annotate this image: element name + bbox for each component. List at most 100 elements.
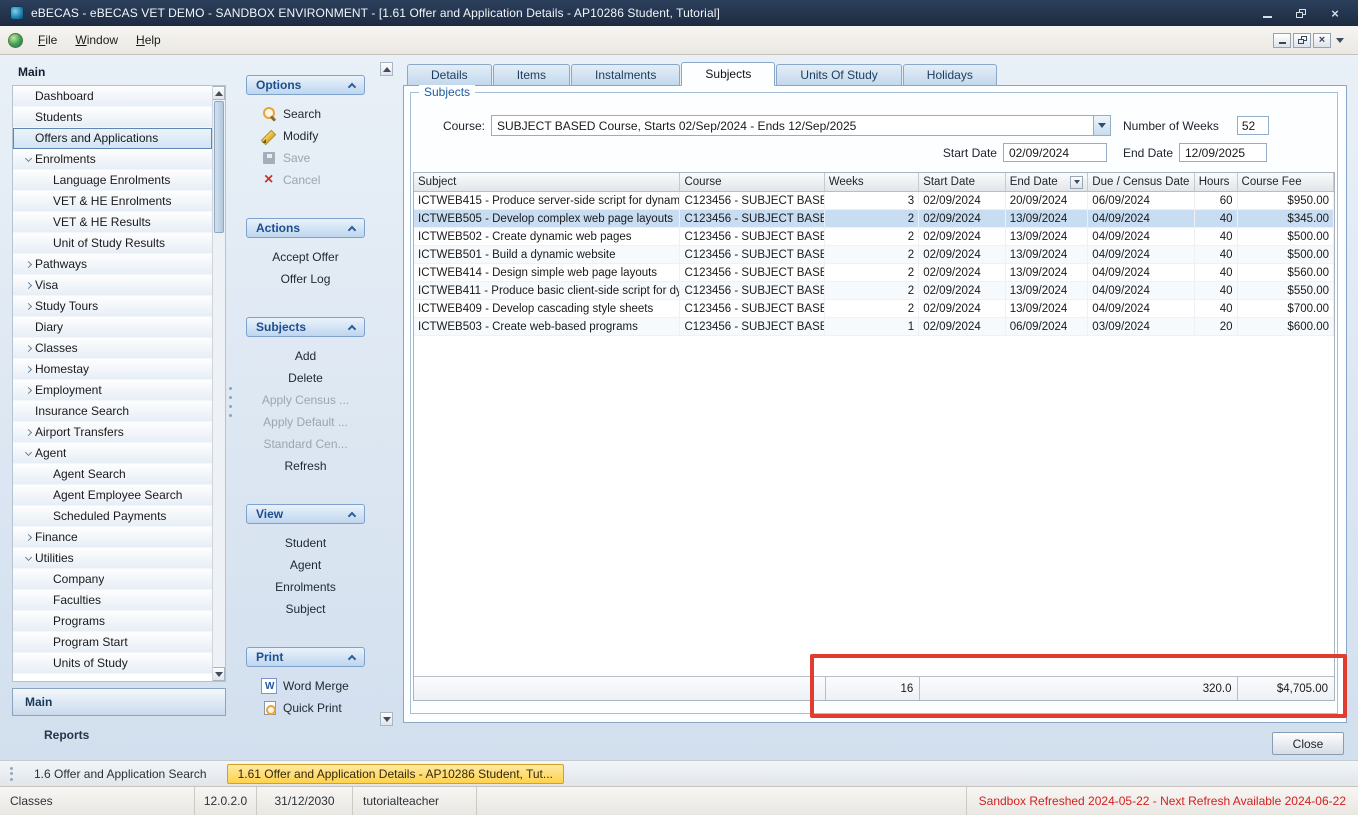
tree-item-agent-search[interactable]: Agent Search <box>13 464 212 485</box>
restore-window-icon[interactable] <box>1292 6 1310 21</box>
grid-row-ictweb505[interactable]: ICTWEB505 - Develop complex web page lay… <box>414 210 1334 228</box>
tab-items[interactable]: Items <box>493 64 570 85</box>
task-item-student[interactable]: Student <box>246 532 365 554</box>
tree-item-utilities[interactable]: Utilities <box>13 548 212 569</box>
column-header-weeks[interactable]: Weeks <box>825 173 920 191</box>
scrollbar-thumb[interactable] <box>214 101 224 233</box>
sidebar-section-reports[interactable]: Reports <box>44 728 89 742</box>
tree-item-vet-he-results[interactable]: VET & HE Results <box>13 212 212 233</box>
column-header-end-date[interactable]: End Date <box>1006 173 1089 191</box>
task-item-word-merge[interactable]: Word Merge <box>246 675 365 697</box>
cell-start-date: 02/09/2024 <box>919 318 1006 335</box>
task-item-add[interactable]: Add <box>246 345 365 367</box>
task-item-delete[interactable]: Delete <box>246 367 365 389</box>
task-group-title: Options <box>256 78 301 92</box>
tree-item-study-tours[interactable]: Study Tours <box>13 296 212 317</box>
close-button[interactable]: Close <box>1272 732 1344 755</box>
tree-item-finance[interactable]: Finance <box>13 527 212 548</box>
task-item-modify[interactable]: Modify <box>246 125 365 147</box>
task-item-refresh[interactable]: Refresh <box>246 455 365 477</box>
tree-item-airport-transfers[interactable]: Airport Transfers <box>13 422 212 443</box>
mdi-dropdown-icon[interactable] <box>1336 38 1344 43</box>
start-date-field[interactable]: 02/09/2024 <box>1003 143 1107 162</box>
tree-item-agent[interactable]: Agent <box>13 443 212 464</box>
grid-row-ictweb502[interactable]: ICTWEB502 - Create dynamic web pagesC123… <box>414 228 1334 246</box>
tree-item-programs[interactable]: Programs <box>13 611 212 632</box>
task-group-header-actions[interactable]: Actions <box>246 218 365 238</box>
tree-item-units-of-study[interactable]: Units of Study <box>13 653 212 674</box>
scroll-up-icon[interactable] <box>213 86 225 100</box>
tree-item-employment[interactable]: Employment <box>13 380 212 401</box>
tree-item-scheduled-payments[interactable]: Scheduled Payments <box>13 506 212 527</box>
task-item-search[interactable]: Search <box>246 103 365 125</box>
column-header-subject[interactable]: Subject <box>414 173 680 191</box>
tree-item-vet-he-enrolments[interactable]: VET & HE Enrolments <box>13 191 212 212</box>
doc-tab-1-61-offer-and-application-details-ap102[interactable]: 1.61 Offer and Application Details - AP1… <box>227 764 564 784</box>
tree-item-unit-of-study-results[interactable]: Unit of Study Results <box>13 233 212 254</box>
number-of-weeks-field[interactable]: 52 <box>1237 116 1269 135</box>
course-dropdown-icon[interactable] <box>1093 116 1110 135</box>
tab-instalments[interactable]: Instalments <box>571 64 680 85</box>
column-header-start-date[interactable]: Start Date <box>919 173 1006 191</box>
tree-item-offers-and-applications[interactable]: Offers and Applications <box>13 128 212 149</box>
tree-item-language-enrolments[interactable]: Language Enrolments <box>13 170 212 191</box>
tree-item-students[interactable]: Students <box>13 107 212 128</box>
splitter-grip[interactable] <box>228 387 233 423</box>
doc-tabbar-grip[interactable] <box>10 767 14 781</box>
column-header-course-fee[interactable]: Course Fee <box>1238 173 1334 191</box>
grid-row-ictweb415[interactable]: ICTWEB415 - Produce server-side script f… <box>414 192 1334 210</box>
grid-row-ictweb411[interactable]: ICTWEB411 - Produce basic client-side sc… <box>414 282 1334 300</box>
course-combo[interactable]: SUBJECT BASED Course, Starts 02/Sep/2024… <box>491 115 1111 136</box>
grid-row-ictweb503[interactable]: ICTWEB503 - Create web-based programsC12… <box>414 318 1334 336</box>
tree-item-pathways[interactable]: Pathways <box>13 254 212 275</box>
tree-item-diary[interactable]: Diary <box>13 317 212 338</box>
task-group-header-options[interactable]: Options <box>246 75 365 95</box>
end-date-field[interactable]: 12/09/2025 <box>1179 143 1267 162</box>
task-group-header-subjects[interactable]: Subjects <box>246 317 365 337</box>
minimize-window-icon[interactable] <box>1258 6 1276 21</box>
tree-item-visa[interactable]: Visa <box>13 275 212 296</box>
tree-item-classes[interactable]: Classes <box>13 338 212 359</box>
task-item-enrolments[interactable]: Enrolments <box>246 576 365 598</box>
scroll-down-icon[interactable] <box>213 667 225 681</box>
task-item-quick-print[interactable]: Quick Print <box>246 697 365 719</box>
chevron-right-icon <box>21 283 35 288</box>
mdi-close-icon[interactable]: × <box>1313 33 1331 48</box>
task-item-agent[interactable]: Agent <box>246 554 365 576</box>
panel-scroll-up-icon[interactable] <box>380 62 393 76</box>
task-item-offer-log[interactable]: Offer Log <box>246 268 365 290</box>
tab-units-of-study[interactable]: Units Of Study <box>776 64 901 85</box>
tree-item-dashboard[interactable]: Dashboard <box>13 86 212 107</box>
tree-item-insurance-search[interactable]: Insurance Search <box>13 401 212 422</box>
tree-item-faculties[interactable]: Faculties <box>13 590 212 611</box>
menu-item-window[interactable]: Window <box>66 28 127 52</box>
tree-scrollbar[interactable] <box>212 86 225 681</box>
tree-item-homestay[interactable]: Homestay <box>13 359 212 380</box>
column-header-due-census-date[interactable]: Due / Census Date <box>1088 173 1194 191</box>
mdi-minimize-icon[interactable] <box>1273 33 1291 48</box>
task-item-accept-offer[interactable]: Accept Offer <box>246 246 365 268</box>
task-group-header-view[interactable]: View <box>246 504 365 524</box>
grid-row-ictweb501[interactable]: ICTWEB501 - Build a dynamic websiteC1234… <box>414 246 1334 264</box>
grid-row-ictweb414[interactable]: ICTWEB414 - Design simple web page layou… <box>414 264 1334 282</box>
column-header-course[interactable]: Course <box>680 173 824 191</box>
column-header-hours[interactable]: Hours <box>1195 173 1238 191</box>
menu-item-file[interactable]: File <box>29 28 66 52</box>
tab-details[interactable]: Details <box>407 64 492 85</box>
tree-item-program-start[interactable]: Program Start <box>13 632 212 653</box>
tree-item-company[interactable]: Company <box>13 569 212 590</box>
menu-item-help[interactable]: Help <box>127 28 170 52</box>
task-group-header-print[interactable]: Print <box>246 647 365 667</box>
mdi-restore-icon[interactable] <box>1293 33 1311 48</box>
tab-subjects[interactable]: Subjects <box>681 62 775 86</box>
tree-item-enrolments[interactable]: Enrolments <box>13 149 212 170</box>
panel-scroll-down-icon[interactable] <box>380 712 393 726</box>
task-item-subject[interactable]: Subject <box>246 598 365 620</box>
close-window-icon[interactable]: × <box>1326 6 1344 21</box>
tree-item-agent-employee-search[interactable]: Agent Employee Search <box>13 485 212 506</box>
sidebar-section-main[interactable]: Main <box>12 688 226 716</box>
tab-holidays[interactable]: Holidays <box>903 64 997 85</box>
doc-tab-1-6-offer-and-application-search[interactable]: 1.6 Offer and Application Search <box>24 764 217 784</box>
grid-row-ictweb409[interactable]: ICTWEB409 - Develop cascading style shee… <box>414 300 1334 318</box>
sort-dropdown-icon[interactable] <box>1070 176 1083 189</box>
